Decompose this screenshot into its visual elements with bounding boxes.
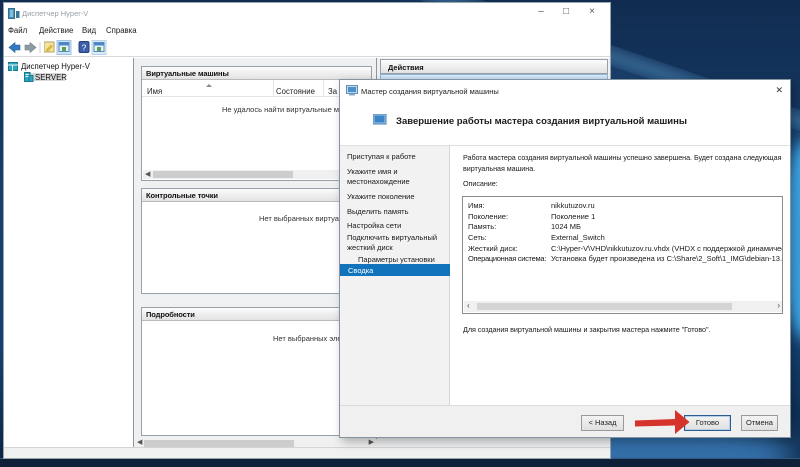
svg-text:?: ? xyxy=(82,43,87,53)
